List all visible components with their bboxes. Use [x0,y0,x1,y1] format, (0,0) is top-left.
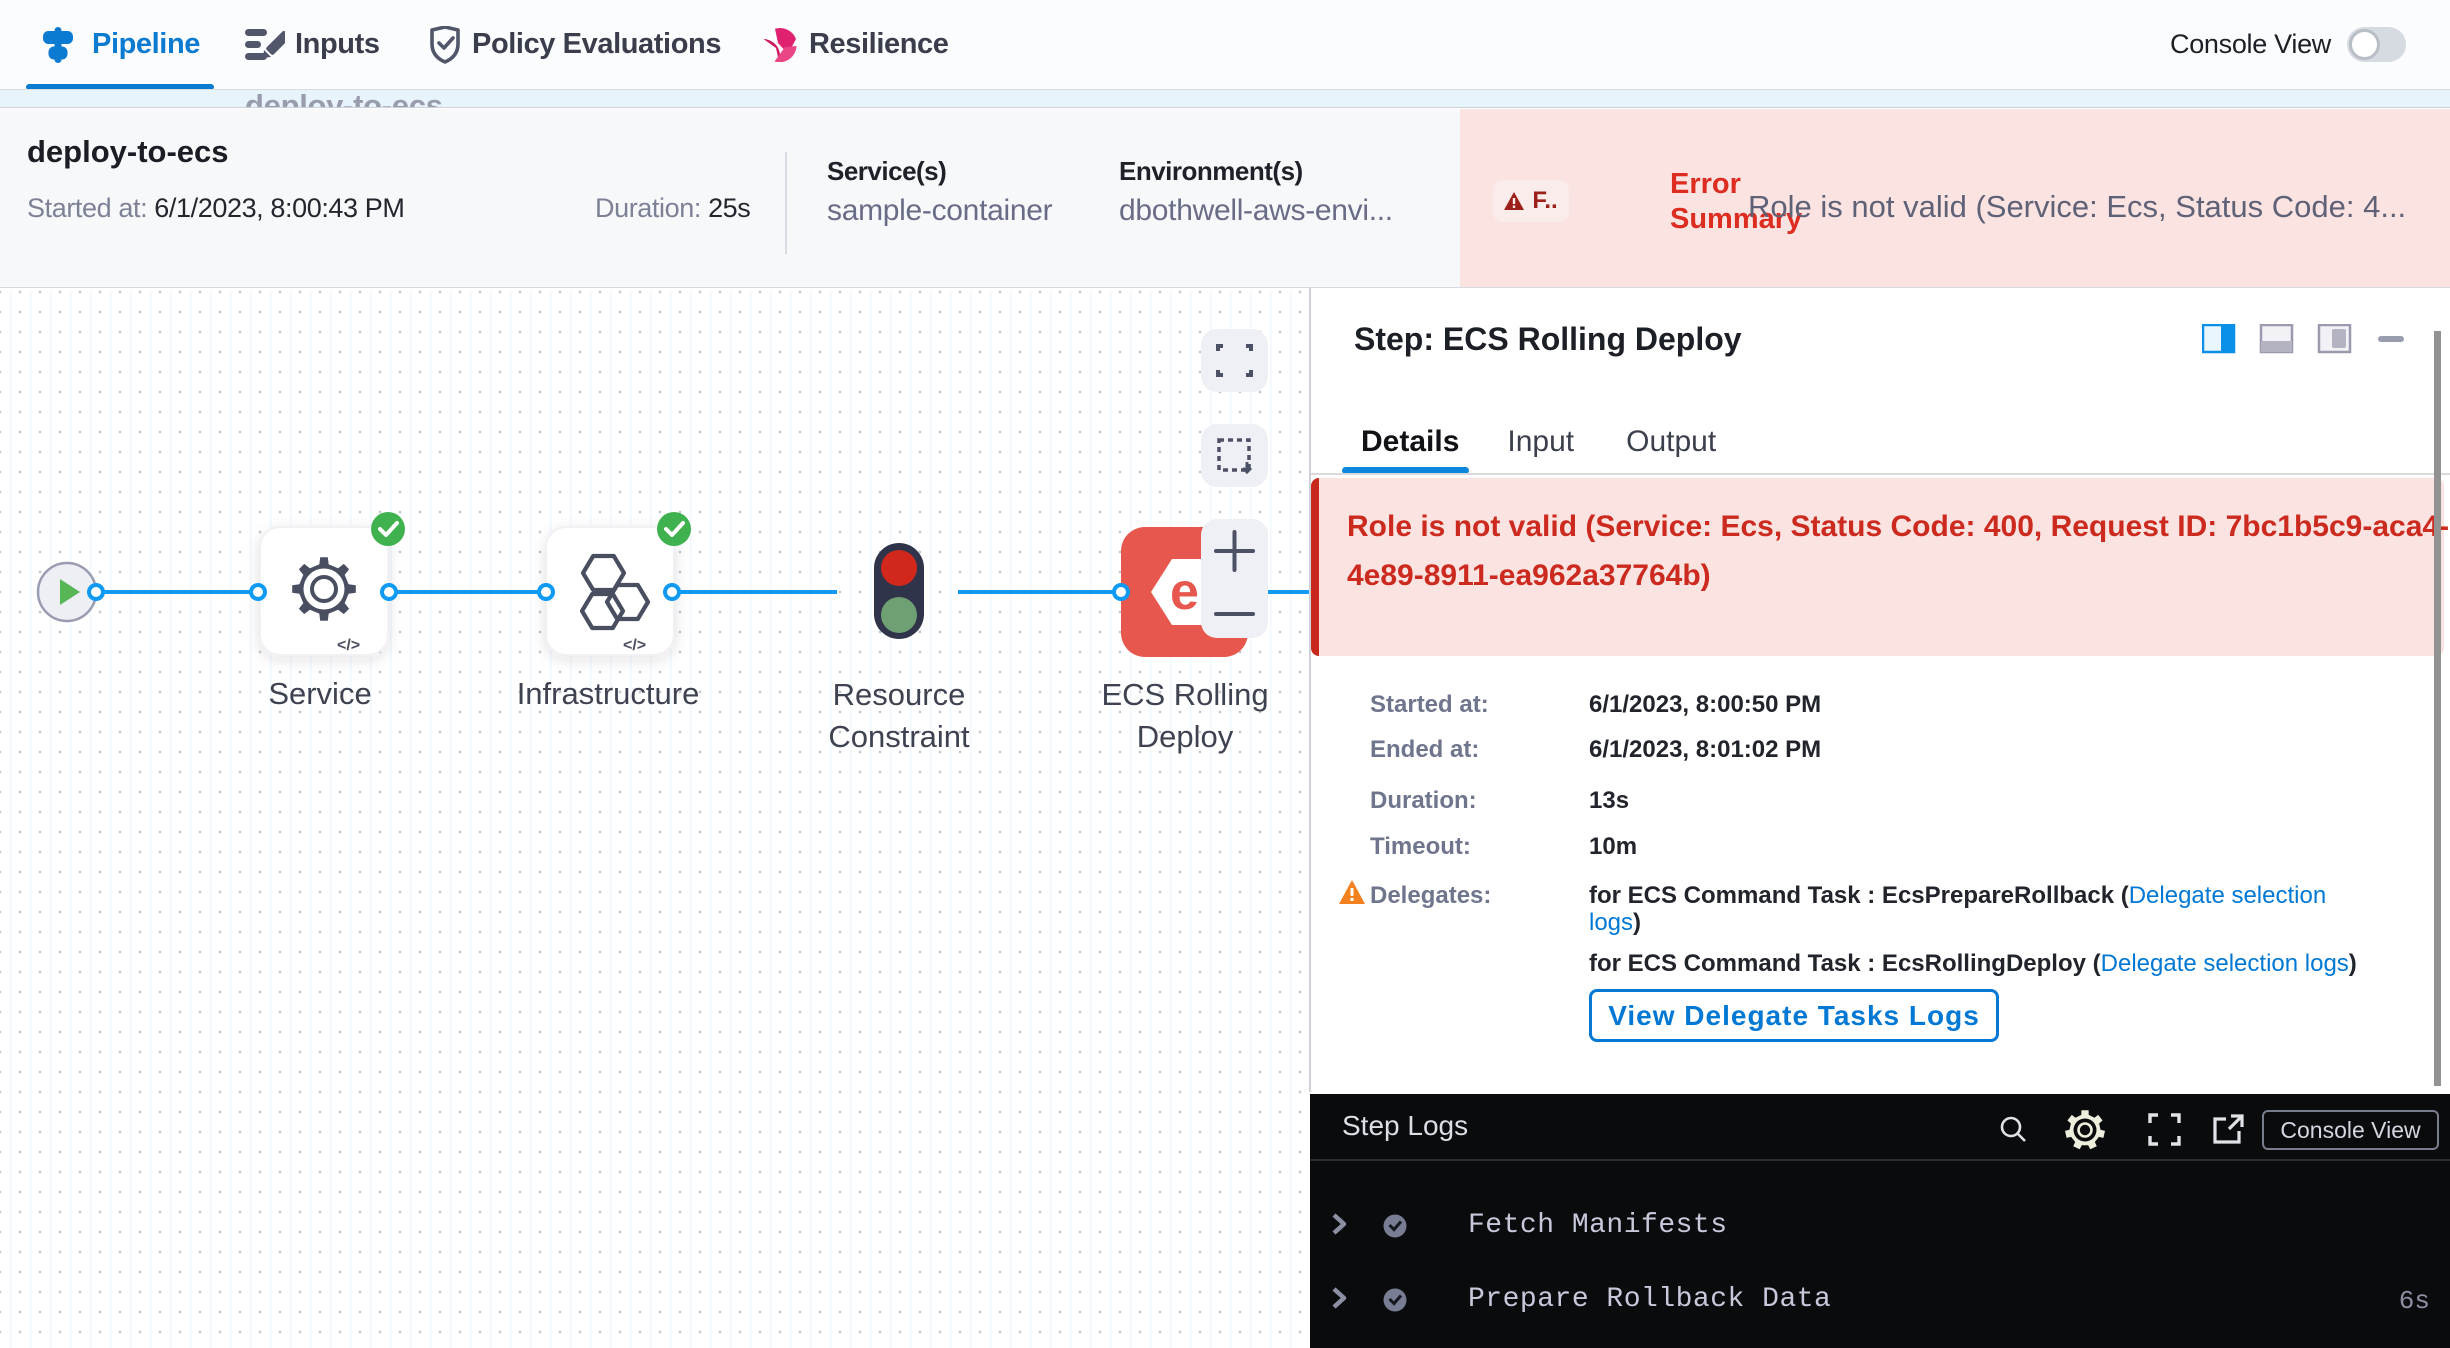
svg-text:</>: </> [337,637,360,654]
svg-text:</>: </> [623,637,646,654]
svg-text:e: e [1170,563,1199,621]
